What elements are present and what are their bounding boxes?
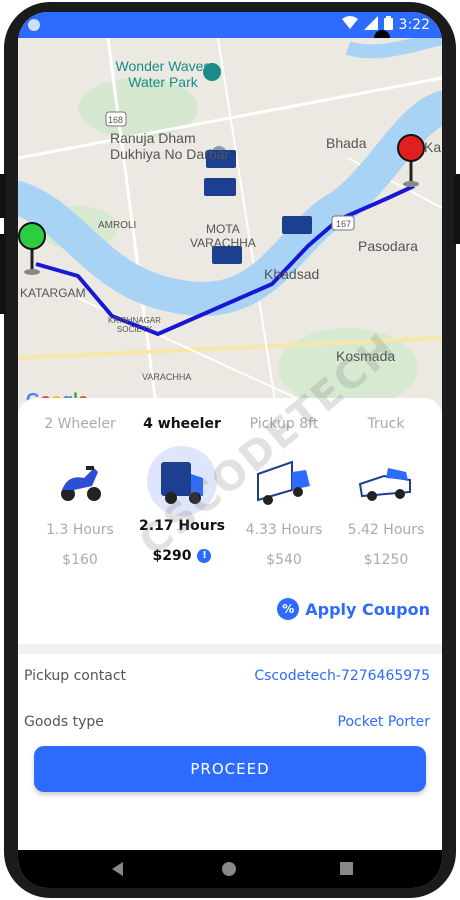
map-label-waterpark: Wonder Waves Water Park	[88, 58, 238, 90]
notification-icon	[28, 19, 40, 31]
vehicle-price: $540	[266, 552, 302, 568]
vehicle-hours: 1.3 Hours	[46, 522, 114, 538]
app-screen: 3:22 Wonder Waves Water Park Ranuja Dham…	[18, 12, 442, 888]
vehicle-option-2-wheeler[interactable]: 2 Wheeler 1.3 Hours $160	[28, 416, 132, 568]
vehicle-hours: 4.33 Hours	[245, 522, 323, 538]
vehicle-name: Pickup 8ft	[249, 416, 319, 432]
goods-type-label: Goods type	[24, 714, 104, 730]
power-button	[0, 234, 6, 314]
map-label-kosmada: Kosmada	[336, 348, 396, 364]
pickup-contact-value[interactable]: Cscodetech-7276465975	[254, 668, 430, 684]
goods-type-row[interactable]: Goods type Pocket Porter	[24, 714, 430, 730]
map-label-varachha: VARACHHA	[142, 372, 192, 382]
map-label-khadsad: Khadsad	[264, 266, 320, 282]
volume-button	[0, 174, 6, 218]
vehicle-option-truck[interactable]: Truck 5.42 Hours $1250	[334, 416, 438, 568]
side-button	[454, 174, 460, 244]
mota-line1: MOTA	[206, 222, 240, 236]
back-icon[interactable]	[112, 862, 123, 876]
clock: 3:22	[398, 17, 430, 33]
info-icon[interactable]: !	[197, 549, 212, 563]
recent-apps-icon[interactable]	[340, 862, 353, 875]
van-icon	[147, 446, 217, 516]
vehicle-price-row: $290!	[130, 548, 234, 564]
home-icon[interactable]	[222, 862, 236, 876]
apply-coupon-label: Apply Coupon	[305, 599, 430, 619]
ranuja-line2: Dukhiya No Darbar	[110, 146, 230, 162]
map-label-katargam: KATARGAM	[20, 286, 86, 300]
map-label-pasodara: Pasodara	[358, 238, 418, 254]
system-nav-bar	[18, 850, 442, 888]
vehicle-price: $160	[62, 552, 98, 568]
map-label-bhada: Bhada	[326, 135, 367, 151]
ranuja-line1: Ranuja Dham	[110, 130, 196, 146]
goods-type-value[interactable]: Pocket Porter	[338, 714, 431, 730]
map-label-krishnagar: KRISHNAGAR SOCIETY	[108, 316, 161, 334]
krishnagar-line1: KRISHNAGAR	[108, 316, 161, 325]
vehicle-option-4-wheeler[interactable]: 4 wheeler 2.17 Hours $290!	[130, 416, 234, 564]
vehicle-name: 2 Wheeler	[44, 416, 116, 432]
vehicle-options: 2 Wheeler 1.3 Hours $160 4 wheeler 2.17 …	[18, 416, 442, 576]
vehicle-option-pickup-8ft[interactable]: Pickup 8ft 4.33 Hours $540	[232, 416, 336, 568]
truck-icon	[252, 450, 316, 514]
road-number-167: 167	[336, 219, 352, 229]
pickup-contact-label: Pickup contact	[24, 668, 126, 684]
road-number-168: 168	[108, 115, 124, 125]
section-divider	[18, 644, 442, 654]
map-label-ka: Ka	[424, 139, 442, 155]
vehicle-hours: 5.42 Hours	[347, 522, 425, 538]
vehicle-hours: 2.17 Hours	[139, 518, 225, 534]
vehicle-name: 4 wheeler	[143, 416, 221, 432]
pickup-contact-row[interactable]: Pickup contact Cscodetech-7276465975	[24, 668, 430, 684]
map-view[interactable]: Wonder Waves Water Park Ranuja Dham Dukh…	[18, 38, 442, 420]
map-label-ranuja: Ranuja Dham Dukhiya No Darbar	[110, 130, 229, 162]
vehicle-price: $290	[152, 548, 192, 564]
wifi-icon	[341, 16, 358, 34]
proceed-button[interactable]: PROCEED	[34, 746, 426, 792]
mota-line2: VARACHHA	[190, 236, 256, 250]
vehicle-name: Truck	[367, 416, 405, 432]
apply-coupon-button[interactable]: % Apply Coupon	[277, 598, 430, 620]
vehicle-price: $1250	[363, 552, 409, 568]
scooter-icon	[48, 450, 112, 514]
map-label-mota-varachha: MOTA VARACHHA	[190, 222, 256, 250]
map-label-amroli: AMROLI	[98, 220, 137, 231]
waterpark-line1: Wonder Waves	[115, 58, 211, 74]
pickup-truck-icon	[354, 450, 418, 514]
waterpark-line2: Water Park	[128, 74, 198, 90]
krishnagar-line2: SOCIETY	[116, 325, 153, 334]
coupon-icon: %	[277, 598, 300, 620]
